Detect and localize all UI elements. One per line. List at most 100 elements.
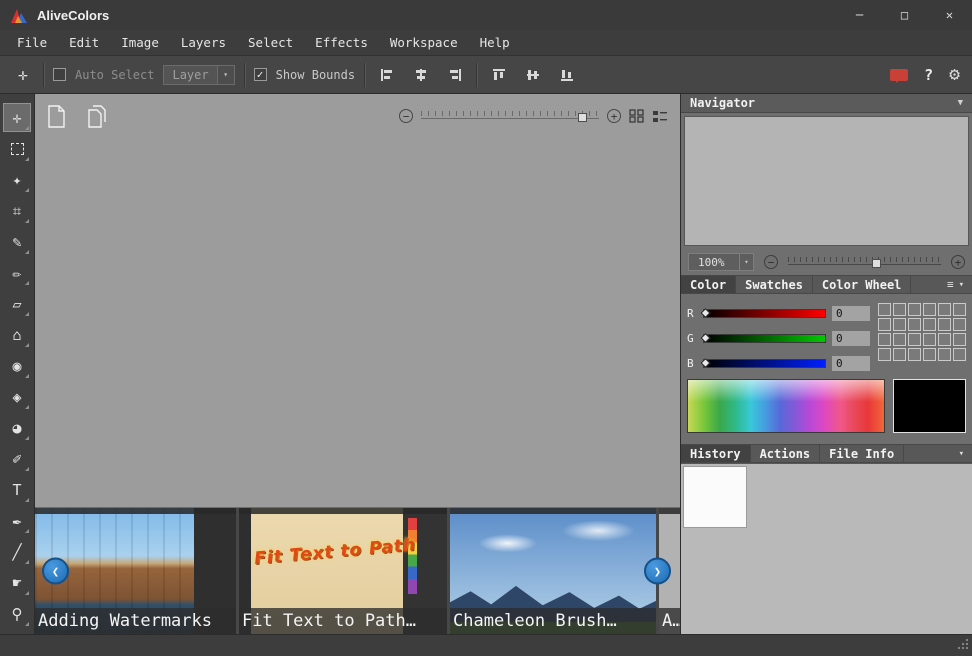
navigator-header[interactable]: Navigator ▼ <box>681 94 972 113</box>
swatch-cell[interactable] <box>938 333 951 346</box>
menu-edit[interactable]: Edit <box>58 30 110 55</box>
menu-help[interactable]: Help <box>469 30 521 55</box>
swatch-cell[interactable] <box>938 318 951 331</box>
swatch-cell[interactable] <box>878 303 891 316</box>
previous-arrow-button[interactable]: ❮ <box>42 558 69 585</box>
menu-image[interactable]: Image <box>110 30 170 55</box>
color-brush-tool[interactable]: ✏ <box>3 258 31 287</box>
blur-tool[interactable]: ◉ <box>3 351 31 380</box>
hamburger-menu-icon[interactable]: ≡ <box>947 278 954 291</box>
next-arrow-button[interactable]: ❯ <box>644 558 671 585</box>
b-channel-value[interactable]: 0 <box>832 356 870 371</box>
eyedropper-tool[interactable]: ╱ <box>3 537 31 566</box>
stamp-tool[interactable]: ⌂ <box>3 320 31 349</box>
swatch-cell[interactable] <box>893 303 906 316</box>
history-list[interactable] <box>683 466 747 528</box>
new-document-button[interactable] <box>47 105 66 128</box>
tab-actions[interactable]: Actions <box>751 445 821 462</box>
tab-color[interactable]: Color <box>681 276 736 293</box>
swatch-cell[interactable] <box>878 333 891 346</box>
menu-workspace[interactable]: Workspace <box>379 30 469 55</box>
menu-effects[interactable]: Effects <box>304 30 379 55</box>
swatch-cell[interactable] <box>908 333 921 346</box>
history-brush-tool[interactable]: ✐ <box>3 444 31 473</box>
swatch-cell[interactable] <box>878 348 891 361</box>
swatch-cell[interactable] <box>878 318 891 331</box>
menu-file[interactable]: File <box>6 30 58 55</box>
show-bounds-checkbox[interactable] <box>254 68 267 81</box>
swatch-cell[interactable] <box>893 348 906 361</box>
tutorial-thumbnail[interactable]: Fit Text to PathFit Text to Path… <box>239 508 447 634</box>
align-right-edges-button[interactable] <box>442 62 467 87</box>
slider-handle[interactable] <box>701 308 711 318</box>
chevron-down-icon[interactable]: ▾ <box>959 449 964 459</box>
swatch-cell[interactable] <box>908 348 921 361</box>
gear-icon[interactable]: ⚙ <box>949 66 960 84</box>
swatch-cell[interactable] <box>953 303 966 316</box>
maximize-button[interactable]: □ <box>882 0 927 30</box>
r-channel-value[interactable]: 0 <box>832 306 870 321</box>
navigator-zoom-select[interactable]: 100% ▾ <box>688 253 754 271</box>
swatch-cell[interactable] <box>908 303 921 316</box>
align-vertical-centers-button[interactable] <box>520 62 545 87</box>
swatch-cell[interactable] <box>938 303 951 316</box>
swatch-cell[interactable] <box>923 318 936 331</box>
smudge-tool[interactable]: ◕ <box>3 413 31 442</box>
navigator-zoom-slider[interactable] <box>788 255 941 269</box>
feedback-chat-icon[interactable] <box>890 69 908 81</box>
tile-view-icon[interactable] <box>629 109 644 123</box>
filmstrip-view-icon[interactable] <box>652 109 668 123</box>
align-left-edges-button[interactable] <box>374 62 399 87</box>
zoom-tool[interactable]: ⚲ <box>3 599 31 628</box>
align-top-edges-button[interactable] <box>486 62 511 87</box>
color-spectrum[interactable] <box>687 379 885 433</box>
resize-grip[interactable] <box>957 635 969 654</box>
swatch-cell[interactable] <box>908 318 921 331</box>
swatch-cell[interactable] <box>923 303 936 316</box>
quick-selection-tool[interactable]: ✦ <box>3 165 31 194</box>
swatch-cell[interactable] <box>953 348 966 361</box>
swatch-cell[interactable] <box>938 348 951 361</box>
swatch-cell[interactable] <box>953 318 966 331</box>
hand-tool[interactable]: ☛ <box>3 568 31 597</box>
collapse-icon[interactable]: ▼ <box>958 98 963 108</box>
g-channel-slider[interactable] <box>703 334 826 343</box>
g-channel-value[interactable]: 0 <box>832 331 870 346</box>
color-panel-menu[interactable]: ≡ ▾ <box>939 276 972 293</box>
tutorial-thumbnail[interactable]: Chameleon Brush… <box>450 508 656 634</box>
close-button[interactable]: ✕ <box>927 0 972 30</box>
tab-swatches[interactable]: Swatches <box>736 276 813 293</box>
align-horizontal-centers-button[interactable] <box>408 62 433 87</box>
text-tool[interactable]: T <box>3 475 31 504</box>
pen-tool[interactable]: ✒ <box>3 506 31 535</box>
slider-handle[interactable] <box>578 113 587 122</box>
navigator-zoom-out-button[interactable]: − <box>764 255 778 269</box>
current-color-swatch[interactable] <box>893 379 966 433</box>
tab-history[interactable]: History <box>681 445 751 462</box>
slider-handle[interactable] <box>701 358 711 368</box>
tab-color-wheel[interactable]: Color Wheel <box>813 276 911 293</box>
auto-select-checkbox[interactable] <box>53 68 66 81</box>
swatch-cell[interactable] <box>923 333 936 346</box>
history-panel-menu[interactable]: ▾ <box>951 445 972 462</box>
slider-handle[interactable] <box>872 259 881 268</box>
canvas[interactable] <box>35 138 680 507</box>
swatch-cell[interactable] <box>923 348 936 361</box>
swatch-cell[interactable] <box>953 333 966 346</box>
swatch-cell[interactable] <box>893 318 906 331</box>
r-channel-slider[interactable] <box>703 309 826 318</box>
navigator-preview[interactable] <box>684 116 969 246</box>
zoom-in-button[interactable]: + <box>607 109 621 123</box>
layer-mode-dropdown[interactable]: Layer ▾ <box>163 65 234 85</box>
align-bottom-edges-button[interactable] <box>554 62 579 87</box>
menu-layers[interactable]: Layers <box>170 30 237 55</box>
chevron-down-icon[interactable]: ▾ <box>959 280 964 290</box>
zoom-out-button[interactable]: − <box>399 109 413 123</box>
doc-zoom-slider[interactable] <box>421 109 599 123</box>
open-document-button[interactable] <box>84 105 110 128</box>
selection-tool[interactable] <box>3 134 31 163</box>
minimize-button[interactable]: ─ <box>837 0 882 30</box>
tab-file-info[interactable]: File Info <box>820 445 904 462</box>
eraser-tool[interactable]: ▱ <box>3 289 31 318</box>
navigator-zoom-in-button[interactable]: + <box>951 255 965 269</box>
